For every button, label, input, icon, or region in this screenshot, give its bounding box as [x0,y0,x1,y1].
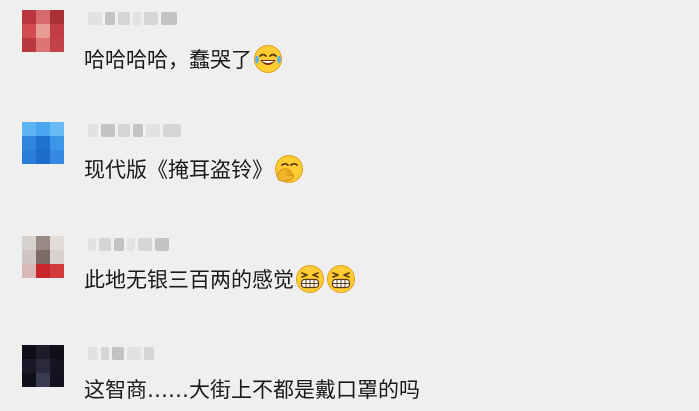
grinning-squinting-emoji [296,265,324,293]
grinning-squinting-emoji [327,265,355,293]
comment-text: 此地无银三百两的感觉 [84,264,356,294]
comment-text-content: 此地无银三百两的感觉 [84,268,294,292]
avatar[interactable] [22,10,64,52]
avatar[interactable] [22,122,64,164]
comment-text: 这智商……大街上不都是戴口罩的吗 [84,374,420,404]
laugh-cry-emoji [254,45,282,73]
avatar[interactable] [22,236,64,278]
username-blurred[interactable] [88,10,177,26]
comment-list: 哈哈哈哈，蠢哭了 现代版《掩耳盗铃》 此地无银三百两的感觉 这智商……大街上不都… [0,0,699,411]
avatar[interactable] [22,345,64,387]
username-blurred[interactable] [88,236,169,252]
comment-text-content: 现代版《掩耳盗铃》 [84,158,273,182]
comment-text: 现代版《掩耳盗铃》 [84,154,304,184]
face-with-hand-over-mouth-emoji [275,155,303,183]
username-blurred[interactable] [88,345,154,361]
comment-text-content: 哈哈哈哈，蠢哭了 [84,48,252,72]
comment-text-content: 这智商……大街上不都是戴口罩的吗 [84,378,420,402]
username-blurred[interactable] [88,122,181,138]
comment-text: 哈哈哈哈，蠢哭了 [84,44,283,74]
